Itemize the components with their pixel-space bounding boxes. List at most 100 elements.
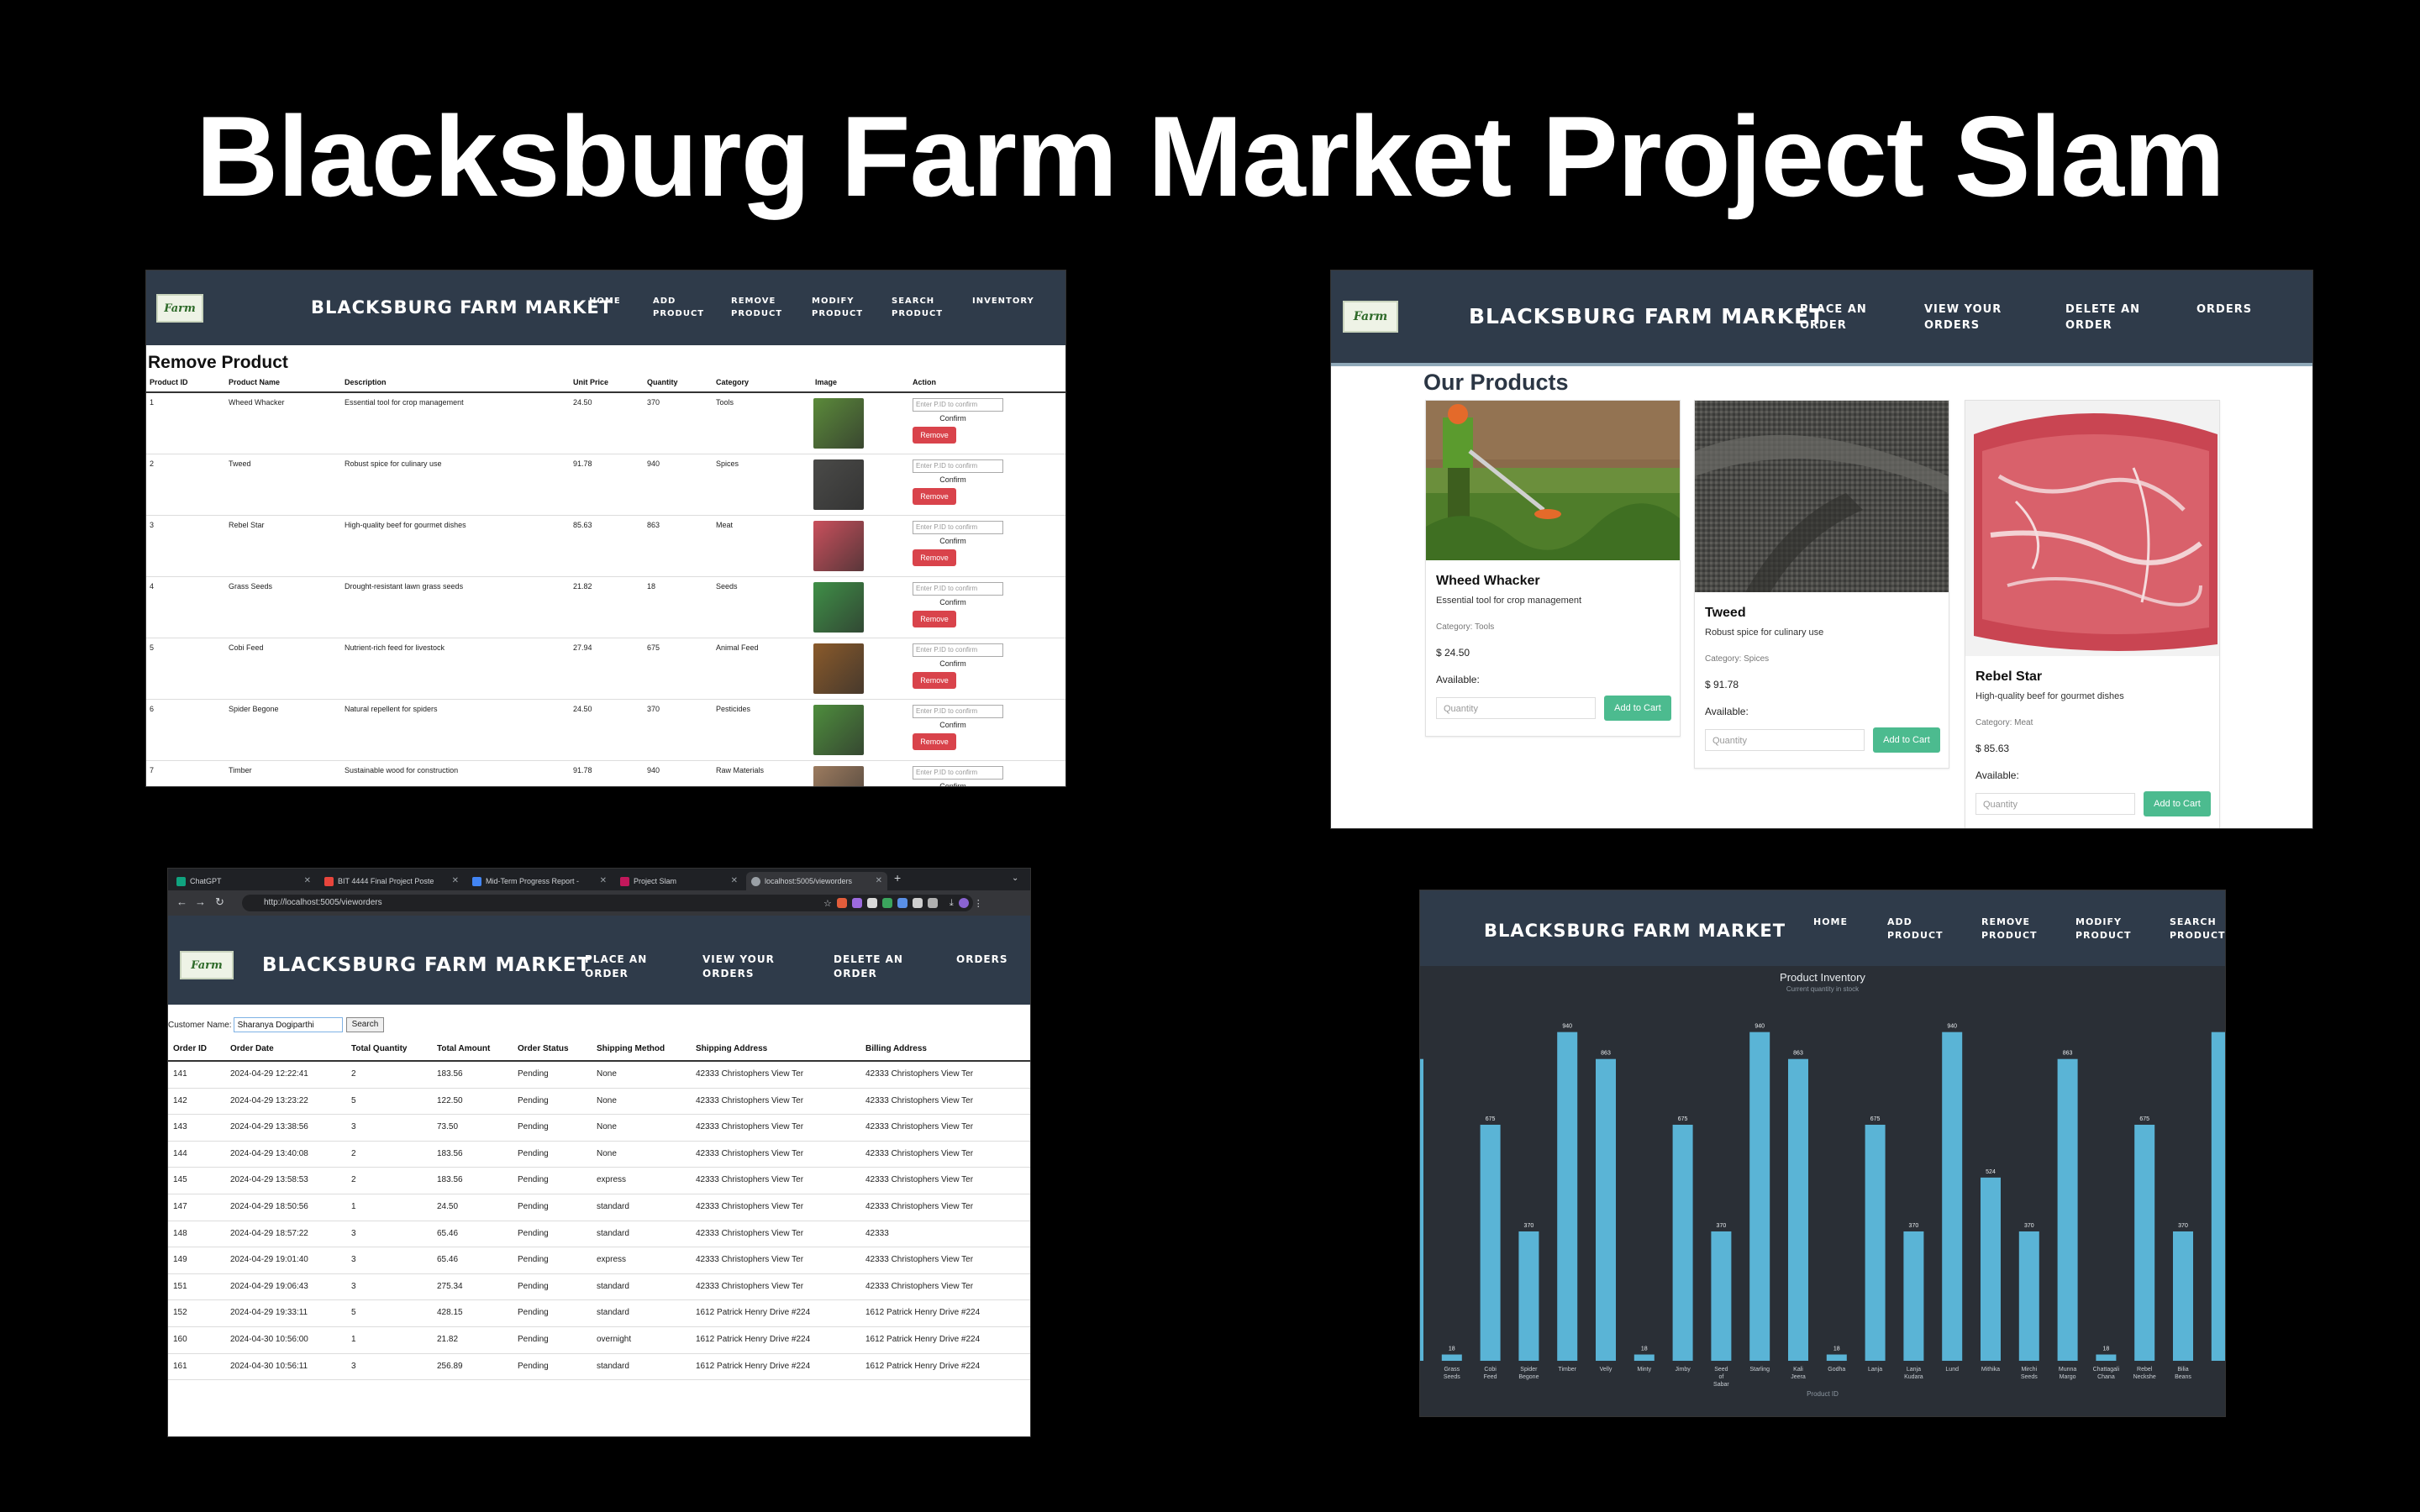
chart-bar[interactable] — [1420, 1058, 1423, 1361]
add-to-cart-button[interactable]: Add to Cart — [1604, 696, 1671, 721]
add-to-cart-button[interactable]: Add to Cart — [2144, 791, 2211, 816]
x-tick-label-line: Velly — [1600, 1367, 1612, 1373]
browser-tab[interactable]: Project Slam ✕ — [615, 872, 743, 890]
chart-bar[interactable] — [2018, 1231, 2039, 1361]
confirm-id-input[interactable]: Enter P.ID to confirm — [913, 766, 1003, 780]
extension-icon[interactable] — [866, 898, 877, 908]
chart-bar[interactable] — [1749, 1032, 1770, 1361]
nav-modify-product[interactable]: MODIFY PRODUCT — [2075, 916, 2132, 942]
reload-icon[interactable]: ↻ — [215, 895, 224, 909]
quantity-input[interactable]: Quantity — [1975, 793, 2135, 815]
chart-bar[interactable] — [1518, 1231, 1539, 1361]
nav-search-product[interactable]: SEARCH PRODUCT — [2170, 916, 2225, 942]
chart-bar[interactable] — [1634, 1354, 1655, 1361]
extension-icon[interactable] — [897, 898, 908, 908]
x-tick-label: Lanja Kudara — [1904, 1367, 1923, 1380]
forward-icon[interactable]: → — [195, 895, 206, 908]
col-total-quantity: Total Quantity — [351, 1044, 408, 1053]
confirm-id-input[interactable]: Enter P.ID to confirm — [913, 582, 1003, 596]
brand-title[interactable]: BLACKSBURG FARM MARKET — [1469, 304, 1824, 328]
bookmark-star-icon[interactable]: ☆ — [823, 898, 832, 909]
nav-remove-product[interactable]: REMOVE PRODUCT — [731, 296, 782, 320]
nav-home[interactable]: HOME — [589, 296, 621, 308]
confirm-id-input[interactable]: Enter P.ID to confirm — [913, 705, 1003, 718]
confirm-id-input[interactable]: Enter P.ID to confirm — [913, 398, 1003, 412]
chart-bar[interactable] — [1981, 1177, 2001, 1361]
browser-tab[interactable]: Mid-Term Progress Report - ✕ — [467, 872, 612, 890]
site-logo[interactable]: Farm — [156, 294, 203, 323]
nav-add-product[interactable]: ADD PRODUCT — [653, 296, 704, 320]
close-tab-icon[interactable]: ✕ — [876, 872, 882, 890]
chart-bar[interactable] — [1672, 1124, 1693, 1361]
site-logo[interactable]: Farm — [1343, 301, 1398, 333]
download-icon[interactable]: ⤓ — [950, 898, 954, 909]
nav-view-orders[interactable]: VIEW YOUR ORDERS — [702, 953, 775, 982]
remove-button[interactable]: Remove — [913, 549, 956, 566]
chart-bar[interactable] — [1865, 1124, 1886, 1361]
chart-bar[interactable] — [2134, 1124, 2155, 1361]
brand-title[interactable]: BLACKSBURG FARM MARKET — [1484, 921, 1786, 941]
chart-bar[interactable] — [1711, 1231, 1732, 1361]
close-tab-icon[interactable]: ✕ — [600, 872, 607, 890]
chart-bar[interactable] — [2057, 1058, 2078, 1361]
nav-add-product[interactable]: ADD PRODUCT — [1887, 916, 1944, 942]
remove-button[interactable]: Remove — [913, 672, 956, 689]
chart-bar[interactable] — [1788, 1058, 1808, 1361]
remove-button[interactable]: Remove — [913, 427, 956, 444]
chart-bar[interactable] — [2173, 1231, 2193, 1361]
chart-bar[interactable] — [1480, 1124, 1501, 1361]
confirm-id-input[interactable]: Enter P.ID to confirm — [913, 643, 1003, 657]
extension-icon[interactable] — [881, 898, 892, 908]
browser-tab[interactable]: ChatGPT ✕ — [171, 872, 316, 890]
cell-order-id: 144 — [173, 1148, 187, 1158]
confirm-id-input[interactable]: Enter P.ID to confirm — [913, 521, 1003, 534]
search-button[interactable]: Search — [345, 1017, 385, 1032]
quantity-input[interactable]: Quantity — [1705, 729, 1865, 751]
nav-view-orders[interactable]: VIEW YOUR ORDERS — [1924, 302, 2002, 334]
nav-orders[interactable]: ORDERS — [956, 953, 1007, 967]
nav-modify-product[interactable]: MODIFY PRODUCT — [812, 296, 863, 320]
nav-search-product[interactable]: SEARCH PRODUCT — [892, 296, 943, 320]
site-logo[interactable]: Farm — [180, 951, 234, 979]
nav-inventory[interactable]: INVENTORY — [972, 296, 1034, 308]
chart-bar[interactable] — [1942, 1032, 1963, 1361]
quantity-input[interactable]: Quantity — [1436, 697, 1596, 719]
chart-bar[interactable] — [1557, 1032, 1578, 1361]
extension-icon[interactable] — [912, 898, 923, 908]
new-tab-icon[interactable]: + — [894, 871, 901, 885]
add-to-cart-button[interactable]: Add to Cart — [1873, 727, 1940, 753]
tab-search-icon[interactable]: ⌄ — [1012, 874, 1018, 883]
customer-name-input[interactable]: Sharanya Dogiparthi — [233, 1017, 343, 1032]
nav-remove-product[interactable]: REMOVE PRODUCT — [1981, 916, 2038, 942]
close-tab-icon[interactable]: ✕ — [452, 872, 459, 890]
extension-icon[interactable] — [927, 898, 938, 908]
close-tab-icon[interactable]: ✕ — [731, 872, 738, 890]
close-tab-icon[interactable]: ✕ — [304, 872, 311, 890]
nav-delete-order[interactable]: DELETE AN ORDER — [2065, 302, 2140, 334]
profile-avatar[interactable] — [958, 898, 969, 908]
back-icon[interactable]: ← — [176, 895, 187, 908]
browser-tab[interactable]: BIT 4444 Final Project Poste ✕ — [319, 872, 464, 890]
extension-icon[interactable] — [851, 898, 862, 908]
remove-button[interactable]: Remove — [913, 733, 956, 750]
browser-tab-active[interactable]: localhost:5005/vieworders ✕ — [746, 872, 887, 890]
cell-shipping-address: 1612 Patrick Henry Drive #224 — [696, 1334, 811, 1344]
nav-place-order[interactable]: PLACE AN ORDER — [1800, 302, 1867, 334]
confirm-id-input[interactable]: Enter P.ID to confirm — [913, 459, 1003, 473]
extension-icon[interactable] — [836, 898, 847, 908]
chart-bar[interactable] — [1826, 1354, 1847, 1361]
more-menu-icon[interactable]: ⋮ — [974, 898, 983, 909]
chart-bar[interactable] — [2096, 1354, 2117, 1361]
brand-title[interactable]: BLACKSBURG FARM MARKET — [262, 954, 591, 976]
brand-title[interactable]: BLACKSBURG FARM MARKET — [311, 297, 613, 318]
nav-orders[interactable]: ORDERS — [2196, 302, 2252, 318]
remove-button[interactable]: Remove — [913, 488, 956, 505]
chart-bar[interactable] — [1903, 1231, 1924, 1361]
nav-place-order[interactable]: PLACE AN ORDER — [585, 953, 647, 982]
chart-bar[interactable] — [2211, 1032, 2225, 1361]
chart-bar[interactable] — [1596, 1058, 1616, 1361]
remove-button[interactable]: Remove — [913, 611, 956, 627]
chart-bar[interactable] — [1441, 1354, 1462, 1361]
nav-delete-order[interactable]: DELETE AN ORDER — [834, 953, 903, 982]
nav-home[interactable]: HOME — [1813, 916, 1848, 929]
